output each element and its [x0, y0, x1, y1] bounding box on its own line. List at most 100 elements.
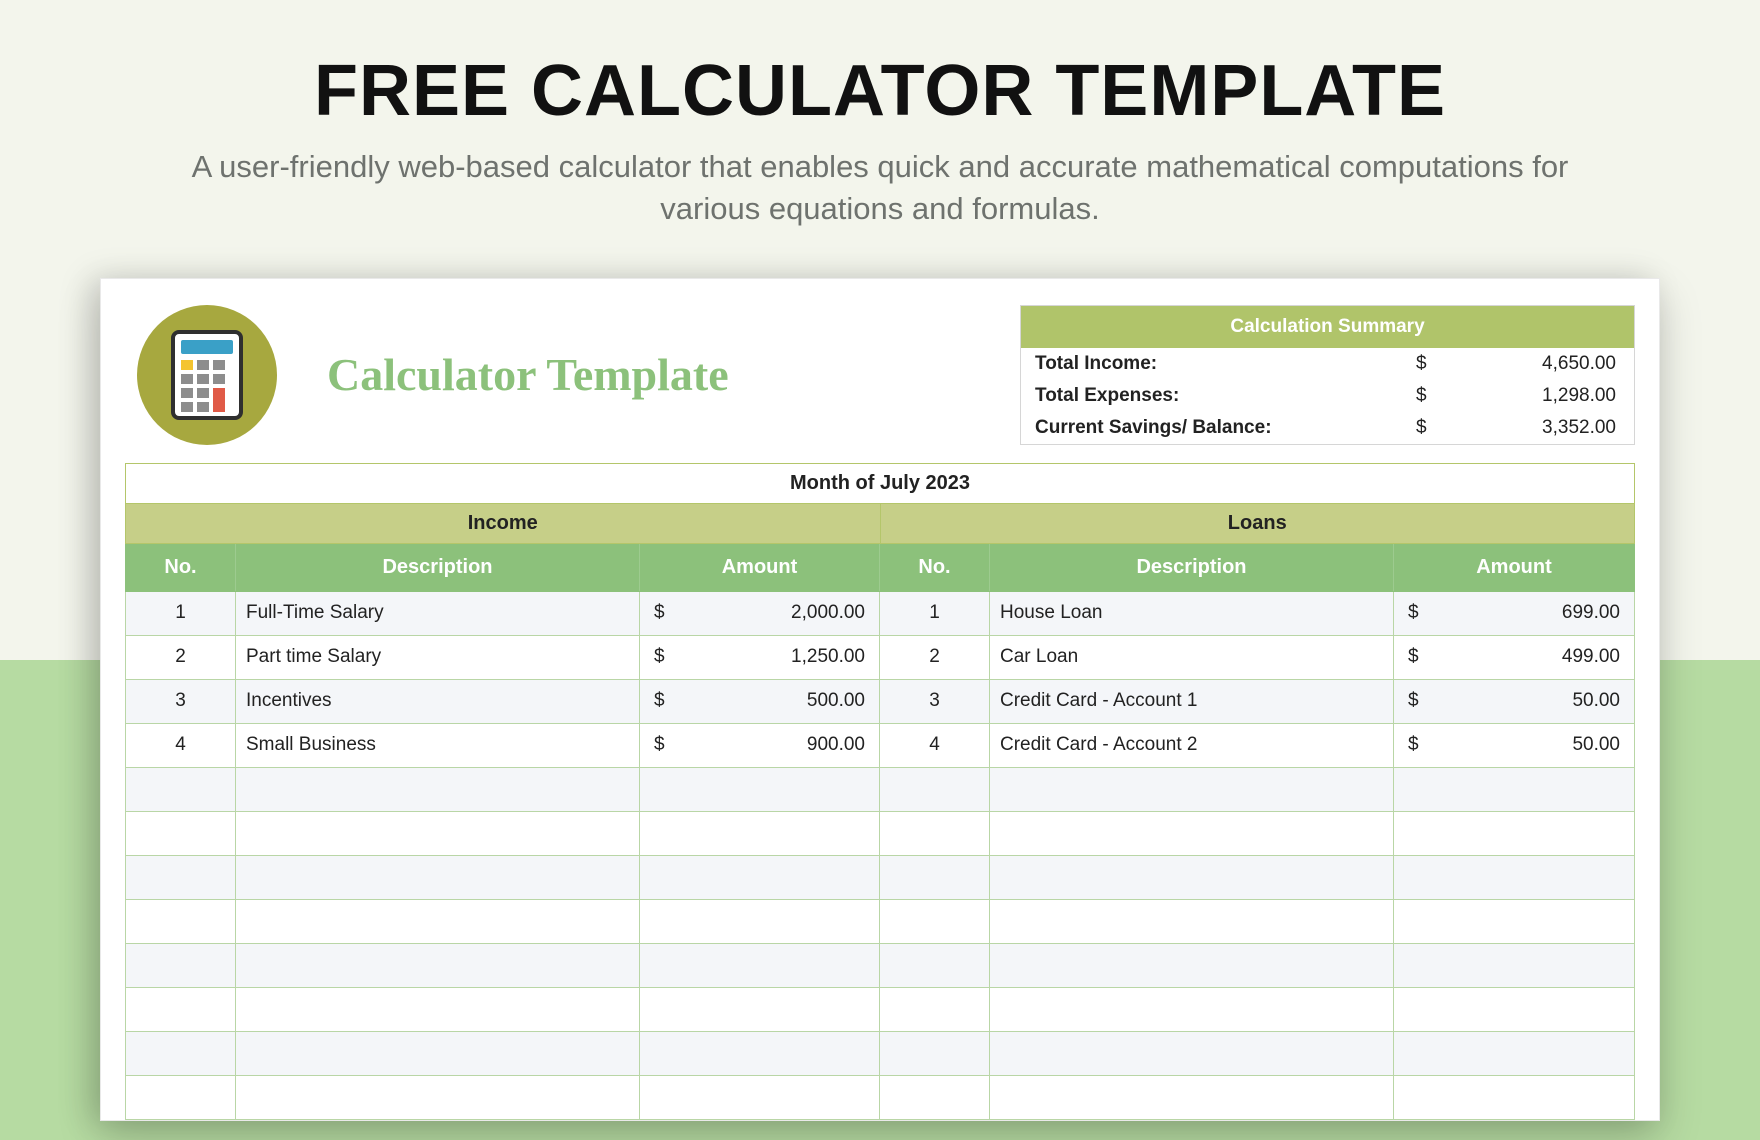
section-loans: Loans [881, 504, 1635, 543]
cell-desc[interactable] [236, 812, 640, 855]
header-amount: Amount [1394, 544, 1634, 591]
cell-no[interactable] [880, 900, 990, 943]
cell-amount[interactable]: $499.00 [1394, 636, 1634, 679]
cell-no[interactable] [880, 1076, 990, 1119]
cell-desc[interactable]: Credit Card - Account 2 [990, 724, 1394, 767]
cell-desc[interactable] [990, 768, 1394, 811]
summary-currency: $ [1416, 353, 1456, 375]
cell-no[interactable]: 2 [126, 636, 236, 679]
cell-no[interactable] [880, 812, 990, 855]
section-headers: Income Loans [125, 504, 1635, 544]
page-subtitle: A user-friendly web-based calculator tha… [180, 146, 1580, 230]
summary-currency: $ [1416, 385, 1456, 407]
cell-desc[interactable] [990, 988, 1394, 1031]
calculation-summary: Calculation Summary Total Income: $ 4,65… [1020, 305, 1635, 445]
cell-amount[interactable] [1394, 944, 1634, 987]
cell-desc[interactable] [990, 944, 1394, 987]
header-desc: Description [990, 544, 1394, 591]
table-row: 1Full-Time Salary$2,000.001House Loan$69… [125, 592, 1635, 636]
cell-no[interactable] [126, 768, 236, 811]
table-row: 3Incentives$500.003Credit Card - Account… [125, 680, 1635, 724]
table-row [125, 900, 1635, 944]
summary-label: Current Savings/ Balance: [1035, 417, 1416, 439]
cell-amount[interactable] [1394, 988, 1634, 1031]
cell-amount[interactable] [640, 812, 880, 855]
cell-amount[interactable] [1394, 1032, 1634, 1075]
cell-no[interactable]: 3 [126, 680, 236, 723]
cell-no[interactable] [880, 988, 990, 1031]
cell-desc[interactable] [236, 944, 640, 987]
summary-value: 3,352.00 [1456, 417, 1616, 439]
cell-no[interactable]: 2 [880, 636, 990, 679]
cell-desc[interactable]: Incentives [236, 680, 640, 723]
cell-amount[interactable]: $50.00 [1394, 680, 1634, 723]
cell-desc[interactable] [990, 900, 1394, 943]
summary-row-balance: Current Savings/ Balance: $ 3,352.00 [1021, 412, 1634, 444]
cell-amount[interactable] [1394, 812, 1634, 855]
cell-no[interactable] [880, 856, 990, 899]
cell-amount[interactable] [640, 900, 880, 943]
cell-no[interactable]: 4 [880, 724, 990, 767]
cell-no[interactable]: 3 [880, 680, 990, 723]
cell-desc[interactable] [990, 1032, 1394, 1075]
cell-desc[interactable]: Full-Time Salary [236, 592, 640, 635]
cell-desc[interactable]: Part time Salary [236, 636, 640, 679]
cell-amount[interactable]: $900.00 [640, 724, 880, 767]
summary-currency: $ [1416, 417, 1456, 439]
cell-no[interactable] [880, 944, 990, 987]
cell-amount[interactable]: $50.00 [1394, 724, 1634, 767]
table-row [125, 768, 1635, 812]
cell-no[interactable] [126, 812, 236, 855]
cell-amount[interactable]: $1,250.00 [640, 636, 880, 679]
table-body: 1Full-Time Salary$2,000.001House Loan$69… [125, 592, 1635, 1120]
cell-amount[interactable] [640, 944, 880, 987]
cell-amount[interactable]: $2,000.00 [640, 592, 880, 635]
cell-desc[interactable] [236, 1032, 640, 1075]
cell-amount[interactable] [640, 768, 880, 811]
cell-amount[interactable] [1394, 856, 1634, 899]
cell-amount[interactable] [1394, 900, 1634, 943]
table-row: 2Part time Salary$1,250.002Car Loan$499.… [125, 636, 1635, 680]
cell-no[interactable] [126, 1032, 236, 1075]
cell-desc[interactable] [236, 988, 640, 1031]
cell-no[interactable]: 4 [126, 724, 236, 767]
cell-no[interactable] [126, 944, 236, 987]
cell-desc[interactable]: Car Loan [990, 636, 1394, 679]
cell-no[interactable] [880, 1032, 990, 1075]
header-no: No. [126, 544, 236, 591]
cell-no[interactable]: 1 [880, 592, 990, 635]
cell-amount[interactable] [640, 856, 880, 899]
cell-desc[interactable] [236, 1076, 640, 1119]
cell-no[interactable]: 1 [126, 592, 236, 635]
cell-no[interactable] [126, 900, 236, 943]
cell-desc[interactable] [990, 812, 1394, 855]
cell-amount[interactable] [640, 988, 880, 1031]
cell-amount[interactable]: $699.00 [1394, 592, 1634, 635]
header-no: No. [880, 544, 990, 591]
cell-desc[interactable] [236, 856, 640, 899]
calculator-icon [137, 305, 277, 445]
spreadsheet: Calculator Template Calculation Summary … [100, 278, 1660, 1121]
cell-desc[interactable] [990, 856, 1394, 899]
cell-desc[interactable]: Small Business [236, 724, 640, 767]
cell-desc[interactable]: House Loan [990, 592, 1394, 635]
cell-desc[interactable] [236, 768, 640, 811]
cell-desc[interactable] [990, 1076, 1394, 1119]
cell-no[interactable] [126, 856, 236, 899]
cell-amount[interactable] [640, 1032, 880, 1075]
cell-amount[interactable] [640, 1076, 880, 1119]
cell-no[interactable] [126, 1076, 236, 1119]
table-row [125, 1032, 1635, 1076]
cell-desc[interactable]: Credit Card - Account 1 [990, 680, 1394, 723]
cell-no[interactable] [880, 768, 990, 811]
page-title: FREE CALCULATOR TEMPLATE [180, 50, 1580, 132]
table-row [125, 1076, 1635, 1120]
cell-amount[interactable]: $500.00 [640, 680, 880, 723]
cell-amount[interactable] [1394, 768, 1634, 811]
table-header: No. Description Amount No. Description A… [125, 544, 1635, 592]
table-row: 4Small Business$900.004Credit Card - Acc… [125, 724, 1635, 768]
cell-amount[interactable] [1394, 1076, 1634, 1119]
cell-no[interactable] [126, 988, 236, 1031]
cell-desc[interactable] [236, 900, 640, 943]
table-row [125, 988, 1635, 1032]
